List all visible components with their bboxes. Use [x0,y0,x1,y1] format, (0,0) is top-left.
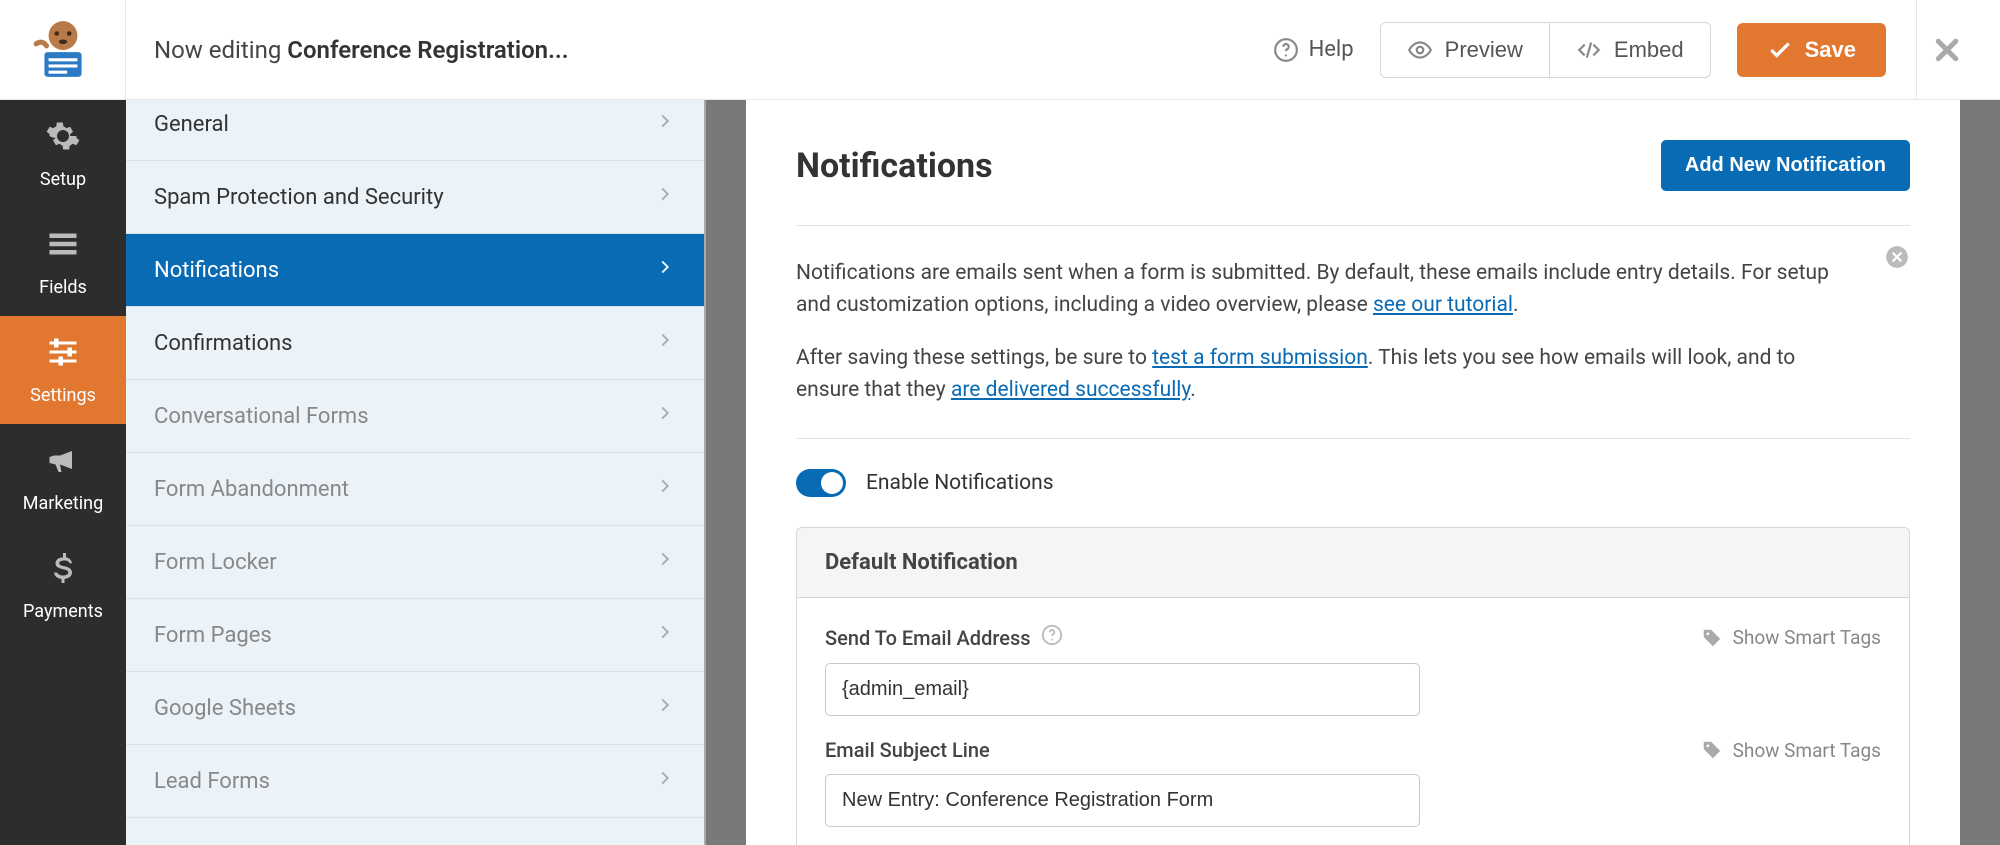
code-icon [1576,37,1602,63]
editing-prefix: Now editing [154,36,287,64]
sidebar-item-conversational[interactable]: Conversational Forms [126,380,704,453]
form-title: Conference Registration... [287,36,568,64]
notification-block: Default Notification Send To Email Addre… [796,527,1910,845]
gear-icon [45,118,81,159]
embed-button[interactable]: Embed [1549,23,1710,77]
sidebar-item-label: Form Pages [154,623,272,648]
send-to-label: Send To Email Address [825,626,1031,650]
sidebar-item-label: General [154,112,229,137]
intro-text-part: . [1190,378,1196,402]
settings-sidebar: General Spam Protection and Security Not… [126,100,706,845]
sidebar-item-label: Lead Forms [154,769,270,794]
chevron-right-icon [654,694,676,722]
sidebar-item-label: Form Abandonment [154,477,349,502]
wpforms-logo-icon [30,17,96,83]
close-icon [1932,35,1962,65]
list-icon [45,226,81,267]
chevron-right-icon [654,548,676,576]
embed-label: Embed [1614,37,1684,63]
nav-payments-label: Payments [23,601,103,622]
sidebar-item-label: Confirmations [154,331,293,356]
tags-icon [1701,627,1723,649]
sidebar-item-locker[interactable]: Form Locker [126,526,704,599]
sidebar-item-label: Spam Protection and Security [154,185,444,210]
sidebar-item-label: Notifications [154,258,279,283]
intro-text: Notifications are emails sent when a for… [796,226,1910,439]
nav-payments[interactable]: Payments [0,532,126,640]
send-to-input[interactable] [825,663,1420,716]
sidebar-item-pages[interactable]: Form Pages [126,599,704,672]
help-label: Help [1309,37,1354,62]
help-icon [1273,37,1299,63]
subject-label: Email Subject Line [825,738,990,762]
add-notification-button[interactable]: Add New Notification [1661,140,1910,191]
nav-marketing-label: Marketing [23,493,103,514]
bullhorn-icon [45,442,81,483]
sidebar-item-notifications[interactable]: Notifications [126,234,704,307]
help-tooltip-icon[interactable] [1041,624,1063,651]
save-button[interactable]: Save [1737,23,1886,77]
chevron-right-icon [654,256,676,284]
sidebar-item-general[interactable]: General [126,100,704,161]
preview-button[interactable]: Preview [1381,23,1549,77]
delivery-link[interactable]: are delivered successfully [951,378,1190,402]
toggle-label: Enable Notifications [866,471,1054,495]
enable-notifications-toggle[interactable] [796,469,846,497]
tags-icon [1701,739,1723,761]
save-label: Save [1805,37,1856,63]
intro-text-part: After saving these settings, be sure to [796,346,1152,370]
nav-setup-label: Setup [40,169,86,190]
preview-label: Preview [1445,37,1523,63]
smart-tags-label: Show Smart Tags [1733,739,1881,762]
test-submission-link[interactable]: test a form submission [1152,346,1368,370]
sliders-icon [45,334,81,375]
sidebar-item-confirmations[interactable]: Confirmations [126,307,704,380]
check-icon [1767,37,1793,63]
nav-fields[interactable]: Fields [0,208,126,316]
sidebar-item-sheets[interactable]: Google Sheets [126,672,704,745]
smart-tags-label: Show Smart Tags [1733,626,1881,649]
sidebar-item-spam[interactable]: Spam Protection and Security [126,161,704,234]
dismiss-intro-button[interactable] [1884,244,1910,281]
eye-icon [1407,37,1433,63]
chevron-right-icon [654,621,676,649]
left-nav: Setup Fields Settings Marketing [0,100,126,845]
show-smart-tags-button[interactable]: Show Smart Tags [1701,739,1881,762]
close-circle-icon [1884,244,1910,270]
sidebar-item-label: Google Sheets [154,696,296,721]
app-logo[interactable] [0,0,126,99]
nav-settings-label: Settings [30,385,96,406]
nav-settings[interactable]: Settings [0,316,126,424]
chevron-right-icon [654,475,676,503]
subject-input[interactable] [825,774,1420,827]
sidebar-item-label: Conversational Forms [154,404,369,429]
intro-text-part: . [1513,293,1519,317]
close-builder-button[interactable] [1916,0,1976,99]
chevron-right-icon [654,329,676,357]
show-smart-tags-button[interactable]: Show Smart Tags [1701,626,1881,649]
nav-marketing[interactable]: Marketing [0,424,126,532]
chevron-right-icon [654,767,676,795]
help-link[interactable]: Help [1273,37,1354,63]
intro-text-part: Notifications are emails sent when a for… [796,261,1829,317]
chevron-right-icon [654,402,676,430]
nav-setup[interactable]: Setup [0,100,126,208]
editing-title: Now editing Conference Registration... [126,36,1273,64]
sidebar-item-abandonment[interactable]: Form Abandonment [126,453,704,526]
nav-fields-label: Fields [39,277,87,298]
sidebar-item-label: Form Locker [154,550,277,575]
dollar-icon [45,550,81,591]
sidebar-item-leadforms[interactable]: Lead Forms [126,745,704,818]
notification-block-title[interactable]: Default Notification [797,528,1909,598]
toggle-knob [821,472,843,494]
tutorial-link[interactable]: see our tutorial [1373,293,1513,317]
chevron-right-icon [654,183,676,211]
chevron-right-icon [654,110,676,138]
page-title: Notifications [796,146,993,186]
